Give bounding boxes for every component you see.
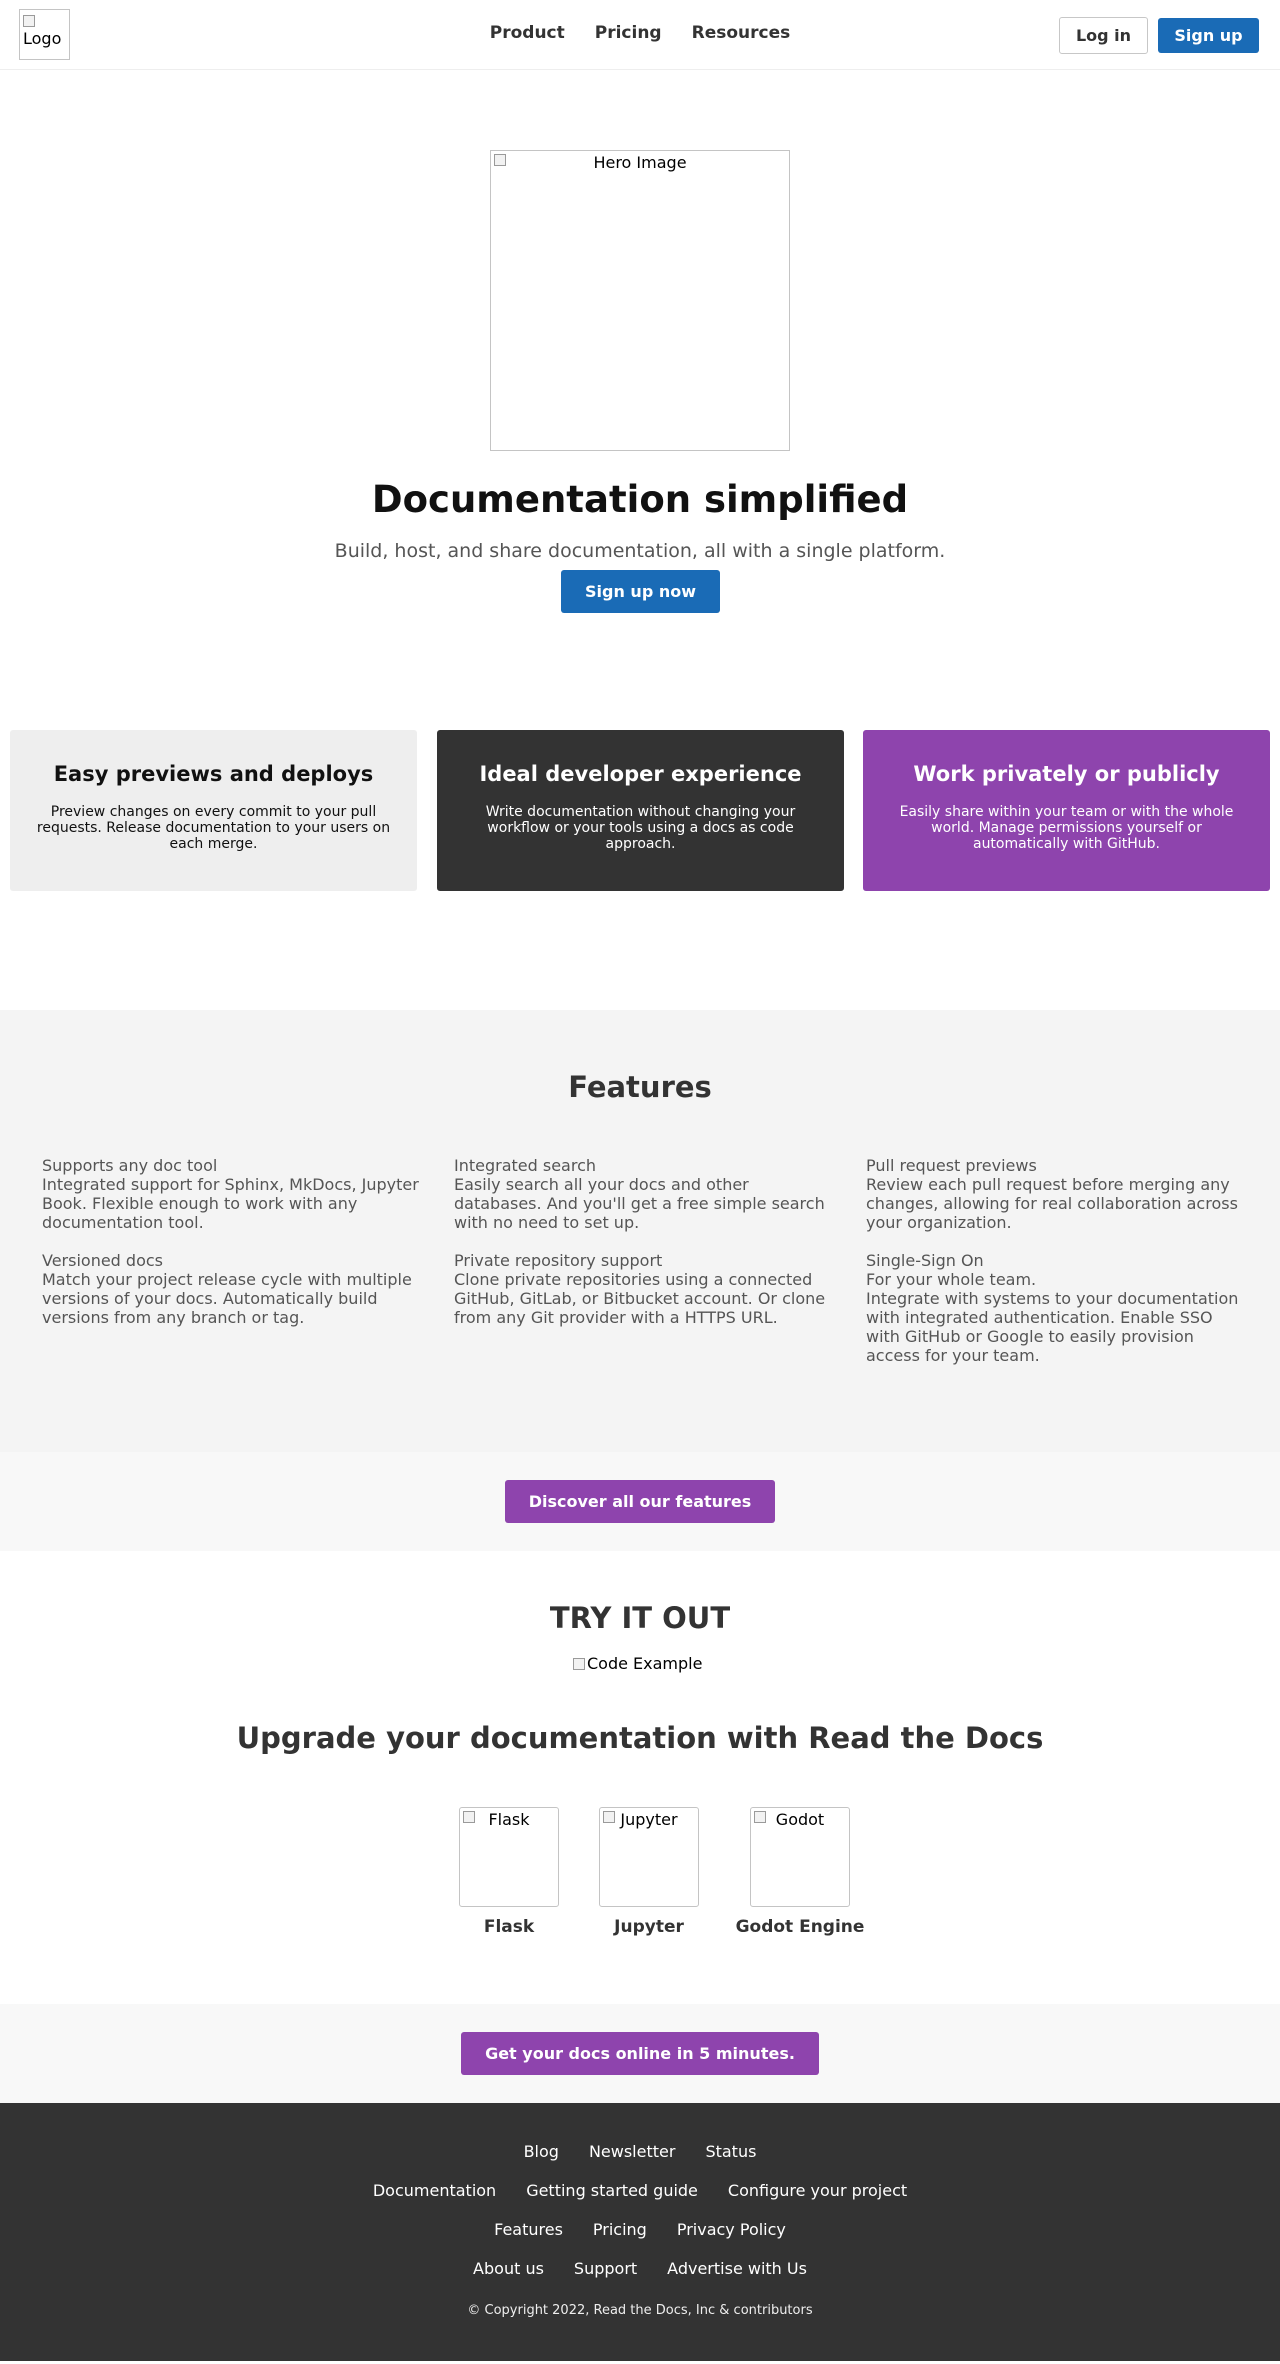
- broken-image-icon: [463, 1811, 475, 1823]
- card-title: Ideal developer experience: [479, 762, 802, 786]
- features-title: Features: [568, 1070, 712, 1104]
- project-logo: Flask: [459, 1807, 559, 1907]
- feature-title: Supports any doc tool: [42, 1156, 218, 1175]
- footer-link-blog[interactable]: Blog: [524, 2142, 559, 2161]
- login-button[interactable]: Log in: [1059, 17, 1148, 54]
- card-title: Work privately or publicly: [913, 762, 1220, 786]
- broken-image-icon: [573, 1658, 585, 1670]
- signup-button[interactable]: Sign up: [1158, 18, 1259, 53]
- upgrade-title: Upgrade your documentation with Read the…: [236, 1721, 1044, 1755]
- project-logo-alt: Jupyter: [620, 1810, 678, 1829]
- card-previews: Easy previews and deploys Preview change…: [10, 730, 417, 891]
- tryout-title: TRY IT OUT: [549, 1601, 731, 1635]
- get-docs-online-button[interactable]: Get your docs online in 5 minutes.: [461, 2032, 819, 2075]
- project-flask[interactable]: Flask Flask: [459, 1807, 559, 1937]
- hero-title: Documentation simplified: [371, 478, 909, 521]
- project-name: Jupyter: [614, 1917, 684, 1937]
- footer-link-about-us[interactable]: About us: [473, 2259, 544, 2278]
- feature-item: Integrated search Easily search all your…: [454, 1156, 834, 1232]
- feature-title: Private repository support: [454, 1251, 663, 1270]
- nav-resources[interactable]: Resources: [692, 23, 791, 43]
- card-privacy: Work privately or publicly Easily share …: [863, 730, 1270, 891]
- feature-text: Clone private repositories using a conne…: [454, 1270, 826, 1327]
- feature-title: Pull request previews: [866, 1156, 1037, 1175]
- footer-row: Documentation Getting started guide Conf…: [0, 2181, 1280, 2200]
- value-cards: Easy previews and deploys Preview change…: [0, 730, 1280, 1010]
- hero-image: Hero Image: [490, 150, 790, 451]
- features-column: Supports any doc tool Integrated support…: [42, 1156, 422, 1346]
- code-example-alt: Code Example: [587, 1654, 703, 1673]
- hero-image-alt: Hero Image: [593, 153, 687, 172]
- project-logo: Jupyter: [599, 1807, 699, 1907]
- card-text: Write documentation without changing you…: [485, 804, 796, 852]
- footer-link-features[interactable]: Features: [494, 2220, 563, 2239]
- footer-link-privacy-policy[interactable]: Privacy Policy: [677, 2220, 786, 2239]
- feature-item: Versioned docs Match your project releas…: [42, 1251, 422, 1327]
- project-name: Flask: [483, 1917, 535, 1937]
- getdocs-band: Get your docs online in 5 minutes.: [0, 2004, 1280, 2103]
- hero-subtitle: Build, host, and share documentation, al…: [334, 540, 946, 562]
- copyright-text: © Copyright 2022, Read the Docs, Inc & c…: [467, 2303, 813, 2318]
- project-logo: Godot: [750, 1807, 850, 1907]
- code-example-image: Code Example: [573, 1654, 702, 1673]
- feature-text: Match your project release cycle with mu…: [42, 1270, 412, 1327]
- feature-title: Single-Sign On: [866, 1251, 984, 1270]
- feature-text: Integrate with systems to your documenta…: [866, 1289, 1239, 1365]
- footer-link-pricing[interactable]: Pricing: [593, 2220, 647, 2239]
- feature-item: Single-Sign On For your whole team. Inte…: [866, 1251, 1246, 1365]
- feature-item: Supports any doc tool Integrated support…: [42, 1156, 422, 1232]
- footer-link-newsletter[interactable]: Newsletter: [589, 2142, 676, 2161]
- project-jupyter[interactable]: Jupyter Jupyter: [599, 1807, 699, 1937]
- feature-item: Private repository support Clone private…: [454, 1251, 834, 1327]
- footer-row: Blog Newsletter Status: [0, 2142, 1280, 2161]
- nav-product[interactable]: Product: [490, 23, 565, 43]
- hero-section: Hero Image Documentation simplified Buil…: [0, 70, 1280, 730]
- project-godot[interactable]: Godot Godot Engine: [730, 1807, 870, 1937]
- top-navbar: Logo Product Pricing Resources Log in Si…: [0, 0, 1280, 70]
- footer-link-advertise[interactable]: Advertise with Us: [667, 2259, 807, 2278]
- features-column: Pull request previews Review each pull r…: [866, 1156, 1246, 1384]
- footer-link-documentation[interactable]: Documentation: [373, 2181, 496, 2200]
- project-logo-alt: Godot: [775, 1810, 825, 1829]
- feature-text: Review each pull request before merging …: [866, 1175, 1238, 1232]
- card-text: Easily share within your team or with th…: [899, 804, 1234, 852]
- discover-features-button[interactable]: Discover all our features: [505, 1480, 775, 1523]
- footer: Blog Newsletter Status Documentation Get…: [0, 2103, 1280, 2361]
- feature-title: Versioned docs: [42, 1251, 163, 1270]
- project-logo-alt: Flask: [488, 1810, 530, 1829]
- footer-link-status[interactable]: Status: [705, 2142, 756, 2161]
- discover-band: Discover all our features: [0, 1452, 1280, 1551]
- feature-text: Integrated support for Sphinx, MkDocs, J…: [42, 1175, 419, 1232]
- tryout-section: TRY IT OUT Code Example Upgrade your doc…: [0, 1551, 1280, 2004]
- card-text: Preview changes on every commit to your …: [36, 804, 391, 852]
- features-column: Integrated search Easily search all your…: [454, 1156, 834, 1346]
- feature-subtitle: For your whole team.: [866, 1270, 1037, 1289]
- features-section: Features Supports any doc tool Integrate…: [0, 1010, 1280, 1452]
- signup-now-button[interactable]: Sign up now: [561, 570, 720, 613]
- broken-image-icon: [494, 154, 506, 166]
- broken-image-icon: [754, 1811, 766, 1823]
- footer-link-configure-project[interactable]: Configure your project: [728, 2181, 907, 2200]
- footer-link-getting-started[interactable]: Getting started guide: [526, 2181, 698, 2200]
- feature-title: Integrated search: [454, 1156, 597, 1175]
- feature-text: Easily search all your docs and other da…: [454, 1175, 825, 1232]
- project-name: Godot Engine: [735, 1917, 865, 1937]
- footer-row: Features Pricing Privacy Policy: [0, 2220, 1280, 2239]
- footer-row: About us Support Advertise with Us: [0, 2259, 1280, 2278]
- feature-item: Pull request previews Review each pull r…: [866, 1156, 1246, 1232]
- card-developer: Ideal developer experience Write documen…: [437, 730, 844, 891]
- nav-pricing[interactable]: Pricing: [595, 23, 662, 43]
- footer-link-support[interactable]: Support: [574, 2259, 637, 2278]
- card-title: Easy previews and deploys: [53, 762, 374, 786]
- broken-image-icon: [603, 1811, 615, 1823]
